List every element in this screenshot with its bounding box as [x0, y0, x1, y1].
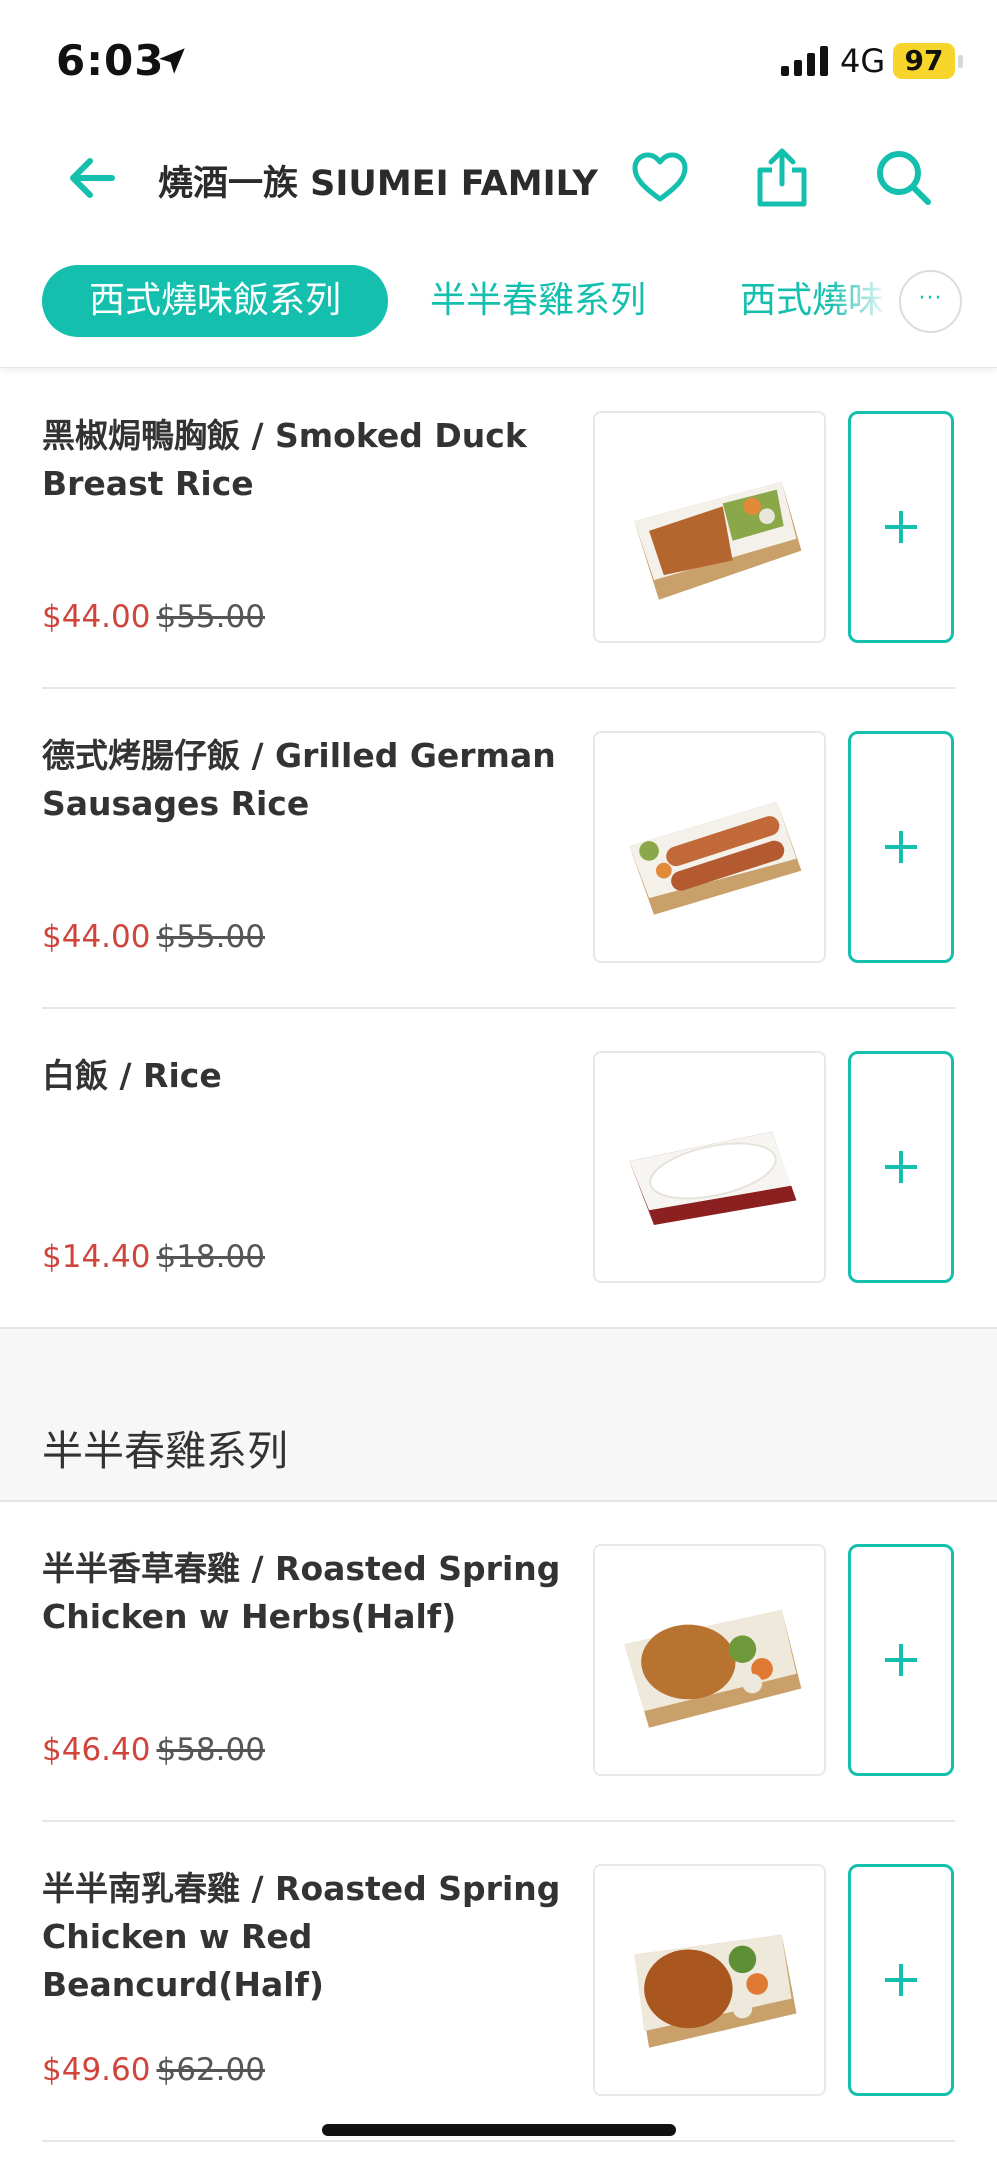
item-photo[interactable] — [593, 411, 826, 643]
location-arrow-icon — [159, 48, 185, 74]
item-name: 半半南乳春雞 / Roasted Spring Chicken w Red Be… — [42, 1869, 561, 2004]
price-row: $44.00 $55.00 — [42, 919, 265, 955]
menu-item[interactable]: 德式烤腸仔飯 / Grilled German Sausages Rice $4… — [0, 689, 997, 1009]
item-photo[interactable] — [593, 731, 826, 963]
tab-western-bbq-rice[interactable]: 西式燒味飯系列 — [42, 265, 388, 337]
beancurd-chicken-box-image — [634, 1934, 797, 2048]
category-tabs: 西式燒味飯系列 半半春雞系列 西式燒味 — [0, 235, 997, 368]
item-original-price: $55.00 — [156, 599, 265, 635]
add-to-cart-button[interactable] — [848, 731, 954, 963]
menu-item[interactable]: 半半南乳春雞 / Roasted Spring Chicken w Red Be… — [0, 1822, 997, 2142]
add-to-cart-button[interactable] — [848, 411, 954, 643]
section-title: 半半春雞系列 — [42, 1427, 288, 1475]
price-row: $14.40 $18.00 — [42, 1239, 265, 1275]
menu-item[interactable]: 半半香草春雞 / Roasted Spring Chicken w Herbs(… — [0, 1502, 997, 1822]
battery-icon: 97 — [893, 43, 955, 79]
item-original-price: $58.00 — [156, 1732, 265, 1768]
store-header: 燒酒一族 SIUMEI FAMILY — [0, 120, 997, 235]
tab-western-bbq[interactable]: 西式燒味 — [740, 265, 890, 337]
network-type: 4G — [840, 42, 886, 80]
page: 6:03 4G 97 燒酒一族 SIUMEI FAMILY 西式燒味飯系列 半半… — [0, 0, 997, 2160]
menu-item[interactable]: 白飯 / Rice $14.40 $18.00 — [0, 1009, 997, 1329]
more-categories-button[interactable]: ··· — [899, 270, 962, 333]
plus-icon — [885, 511, 917, 543]
price-row: $44.00 $55.00 — [42, 599, 265, 635]
share-icon[interactable] — [750, 146, 814, 210]
add-to-cart-button[interactable] — [848, 1051, 954, 1283]
store-title: 燒酒一族 SIUMEI FAMILY — [158, 164, 598, 204]
add-to-cart-button[interactable] — [848, 1544, 954, 1776]
battery-cap — [958, 55, 963, 68]
status-time: 6:03 — [56, 36, 165, 85]
home-indicator[interactable] — [322, 2124, 676, 2136]
item-name: 德式烤腸仔飯 / Grilled German Sausages Rice — [42, 736, 556, 823]
item-original-price: $18.00 — [156, 1239, 265, 1275]
item-name: 白飯 / Rice — [42, 1056, 222, 1095]
section-header: 半半春雞系列 — [0, 1327, 997, 1502]
add-to-cart-button[interactable] — [848, 1864, 954, 2096]
divider — [42, 2140, 955, 2142]
item-photo[interactable] — [593, 1544, 826, 1776]
search-icon[interactable] — [872, 146, 936, 210]
item-name: 黑椒焗鴨胸飯 / Smoked Duck Breast Rice — [42, 416, 527, 503]
item-price: $49.60 — [42, 2052, 151, 2088]
item-original-price: $55.00 — [156, 919, 265, 955]
plus-icon — [885, 1644, 917, 1676]
item-price: $44.00 — [42, 599, 151, 635]
item-price: $46.40 — [42, 1732, 151, 1768]
back-arrow-icon[interactable] — [62, 148, 122, 208]
item-name: 半半香草春雞 / Roasted Spring Chicken w Herbs(… — [42, 1549, 561, 1636]
cellular-signal-icon — [781, 46, 828, 76]
price-row: $46.40 $58.00 — [42, 1732, 265, 1768]
white-rice-box-image — [629, 1131, 797, 1225]
status-bar: 6:03 4G 97 — [0, 0, 997, 120]
item-price: $14.40 — [42, 1239, 151, 1275]
item-original-price: $62.00 — [156, 2052, 265, 2088]
tab-half-spring-chicken[interactable]: 半半春雞系列 — [430, 265, 646, 337]
plus-icon — [885, 1151, 917, 1183]
price-row: $49.60 $62.00 — [42, 2052, 265, 2088]
sausage-rice-box-image — [629, 801, 802, 915]
duck-rice-box-image — [634, 481, 802, 600]
item-photo[interactable] — [593, 1051, 826, 1283]
plus-icon — [885, 831, 917, 863]
menu-item[interactable]: 黑椒焗鴨胸飯 / Smoked Duck Breast Rice $44.00 $… — [0, 369, 997, 689]
plus-icon — [885, 1964, 917, 1996]
herb-chicken-box-image — [624, 1609, 802, 1728]
more-dots-icon: ··· — [918, 286, 943, 311]
heart-icon[interactable] — [628, 146, 692, 210]
item-photo[interactable] — [593, 1864, 826, 2096]
item-price: $44.00 — [42, 919, 151, 955]
